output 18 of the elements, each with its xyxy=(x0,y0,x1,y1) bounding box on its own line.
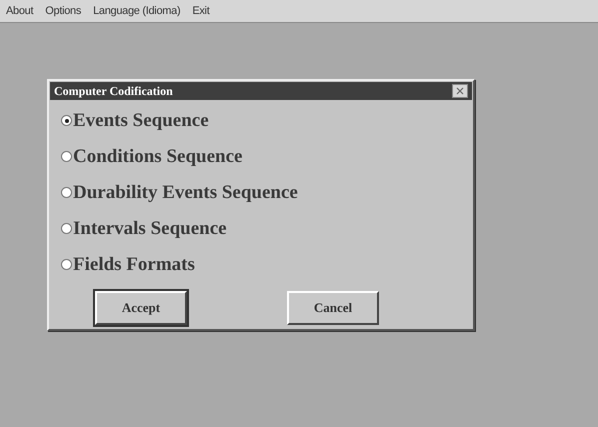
dialog-button[interactable]: Cancel xyxy=(287,291,379,325)
radio-button[interactable] xyxy=(61,187,72,198)
option-label[interactable]: Durability Events Sequence xyxy=(73,179,298,206)
dialog-button[interactable]: Accept xyxy=(95,291,187,325)
radio-button[interactable] xyxy=(61,151,72,162)
menu-item[interactable]: Options xyxy=(45,5,82,17)
close-icon[interactable] xyxy=(452,84,468,98)
option-label[interactable]: Intervals Sequence xyxy=(73,215,227,242)
radio-button[interactable] xyxy=(61,223,72,234)
option-label[interactable]: Events Sequence xyxy=(73,107,209,134)
option-label[interactable]: Conditions Sequence xyxy=(73,143,242,170)
radio-button[interactable] xyxy=(61,259,72,270)
menu-item[interactable]: About xyxy=(6,5,34,17)
window-title: Computer Codification xyxy=(54,84,173,98)
option-label[interactable]: Fields Formats xyxy=(73,251,195,278)
radio-button[interactable] xyxy=(61,115,72,126)
menu-item[interactable]: Language (Idioma) xyxy=(93,5,180,17)
menu-item[interactable]: Exit xyxy=(192,5,210,17)
